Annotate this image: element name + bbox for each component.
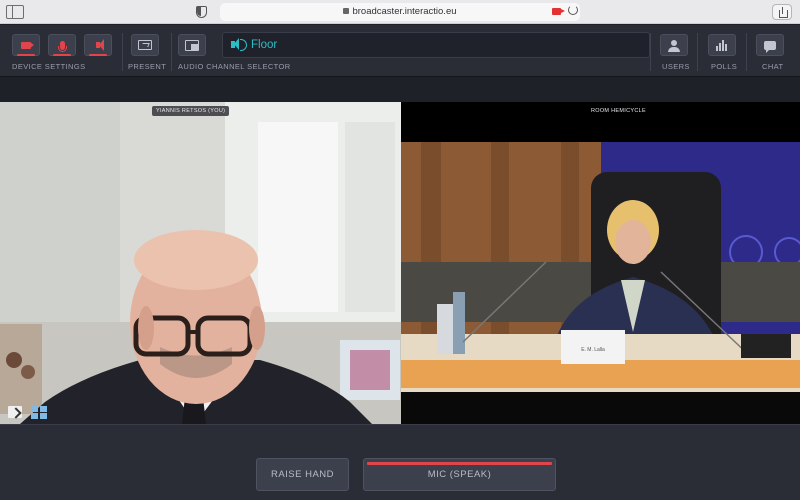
selected-channel: Floor [251,39,278,51]
present-button[interactable] [131,34,159,56]
app-toolbar: DEVICE SETTINGS PRESENT Floor AUDIO CHAN… [0,25,800,77]
chat-group: CHAT [756,25,786,77]
device-settings-group: DEVICE SETTINGS [12,25,122,77]
toolbar-divider [122,33,123,71]
reload-icon[interactable] [568,5,578,15]
polls-label: POLLS [711,62,738,71]
remote-video-tile[interactable]: ROOM HEMICYCLE E. M. Lalla [401,102,800,424]
local-video-tile[interactable]: YIANNIS RETSOS (YOU) [0,102,401,424]
chat-icon [764,40,776,53]
camera-icon [21,41,34,49]
video-area: YIANNIS RETSOS (YOU) ROOM HEMICYCLE E. M… [0,102,800,424]
toolbar-divider [697,33,698,71]
language-select-button[interactable] [178,34,206,56]
local-participant-name: YIANNIS RETSOS (YOU) [152,106,230,116]
share-button[interactable] [772,4,792,20]
mic-active-indicator [367,462,552,465]
fullscreen-icon[interactable] [8,406,22,418]
users-button[interactable] [660,34,688,56]
audio-channel-group: Floor AUDIO CHANNEL SELECTOR [178,25,658,77]
present-label: PRESENT [128,62,167,71]
polls-button[interactable] [708,34,736,56]
toolbar-spacer [0,78,800,102]
audio-channel-label: AUDIO CHANNEL SELECTOR [178,62,291,71]
mic-speak-button[interactable]: MIC (SPEAK) [363,458,556,491]
translate-icon [185,39,199,51]
mic-speak-label: MIC (SPEAK) [427,469,492,480]
address-bar[interactable]: broadcaster.interactio.eu [220,3,580,21]
polls-group: POLLS [708,25,738,77]
users-group: USERS [660,25,690,77]
audio-channel-icon [231,38,247,51]
users-label: USERS [662,62,690,71]
remote-participant-name: ROOM HEMICYCLE [591,108,646,114]
layout-grid-icon[interactable] [31,406,47,419]
privacy-shield-icon[interactable] [196,6,207,18]
screen-share-icon [138,40,152,50]
raise-hand-label: RAISE HAND [270,469,335,480]
camera-toggle-button[interactable] [12,34,40,56]
remote-room-feed [401,102,800,424]
audio-channel-selector[interactable]: Floor [222,32,650,58]
camera-recording-icon[interactable] [552,8,565,15]
local-camera-feed [0,102,401,424]
toolbar-divider [171,33,172,71]
toolbar-divider [746,33,747,71]
nameplate-text: E. M. Lalla [581,347,605,353]
raise-hand-button[interactable]: RAISE HAND [256,458,349,491]
users-icon [668,40,680,52]
device-settings-label: DEVICE SETTINGS [12,62,86,71]
url-text: broadcaster.interactio.eu [352,6,457,17]
browser-toolbar: broadcaster.interactio.eu [0,0,800,24]
polls-icon [716,39,728,51]
microphone-toggle-button[interactable] [48,34,76,56]
toolbar-divider [650,33,651,71]
microphone-icon [57,40,67,52]
bottom-action-bar: RAISE HAND MIC (SPEAK) [0,424,800,500]
speaker-toggle-button[interactable] [84,34,112,56]
chat-button[interactable] [756,34,784,56]
chat-label: CHAT [762,62,784,71]
lock-icon [343,8,350,14]
speaker-icon [96,39,104,51]
sidebar-toggle-icon[interactable] [6,5,24,19]
present-group: PRESENT [128,25,168,77]
